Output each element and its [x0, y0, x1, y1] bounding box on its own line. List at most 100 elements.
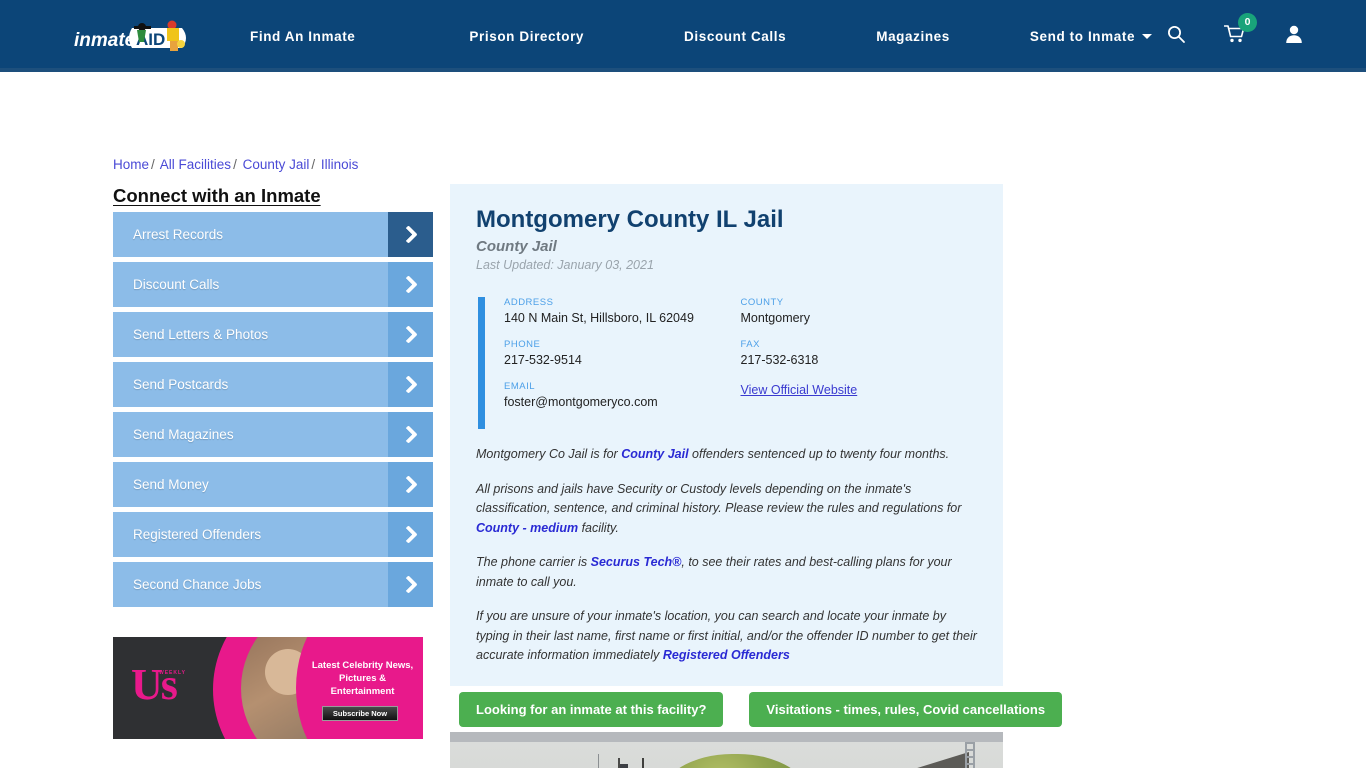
official-website-field: View Official Website [741, 381, 978, 399]
county-field: COUNTY Montgomery [741, 297, 978, 325]
looking-for-inmate-button[interactable]: Looking for an inmate at this facility? [459, 692, 724, 727]
address-label: ADDRESS [504, 297, 554, 308]
facility-type: County Jail [476, 238, 557, 255]
phone-value: 217-532-9514 [504, 353, 582, 367]
sidebar-item-send-magazines[interactable]: Send Magazines [113, 412, 433, 457]
address-value: 140 N Main St, Hillsboro, IL 62049 [504, 311, 694, 325]
main-navigation: Find An Inmate Prison Directory Discount… [250, 0, 1153, 72]
email-value: foster@montgomeryco.com [504, 395, 658, 409]
phone-field: PHONE 217-532-9514 [504, 339, 741, 367]
sidebar-item-label: Discount Calls [133, 277, 220, 292]
photo-pole [642, 758, 644, 768]
accent-bar [478, 297, 485, 429]
chevron-down-icon [1142, 33, 1153, 39]
sidebar-item-label: Send Postcards [133, 377, 229, 392]
breadcrumb-item-all-facilities[interactable]: All Facilities [160, 157, 231, 172]
cta-button-row: Looking for an inmate at this facility? … [459, 692, 1063, 727]
user-glyph [1286, 25, 1302, 43]
sidebar-item-second-chance-jobs[interactable]: Second Chance Jobs [113, 562, 433, 607]
page-title: Montgomery County IL Jail [476, 206, 784, 233]
sidebar-heading: Connect with an Inmate [113, 185, 321, 206]
sidebar-item-arrest-records[interactable]: Arrest Records [113, 212, 433, 257]
photo-top-strip [450, 732, 1003, 742]
nav-prison-directory[interactable]: Prison Directory [469, 29, 584, 44]
link-registered-offenders[interactable]: Registered Offenders [663, 648, 790, 662]
contact-column-left: ADDRESS 140 N Main St, Hillsboro, IL 620… [504, 297, 741, 423]
chevron-right-icon [388, 362, 433, 407]
fax-field: FAX 217-532-6318 [741, 339, 978, 367]
photo-antenna-tower [965, 742, 975, 768]
logo-graphic: inmate AID [74, 20, 186, 51]
sidebar-item-discount-calls[interactable]: Discount Calls [113, 262, 433, 307]
user-account-icon[interactable] [1284, 24, 1304, 49]
p2-text-b: facility. [578, 520, 619, 535]
nav-magazines[interactable]: Magazines [876, 29, 950, 44]
nav-discount-calls[interactable]: Discount Calls [684, 29, 786, 44]
breadcrumb-separator: / [233, 157, 237, 172]
photo-flag [620, 764, 628, 768]
ad-headline: Latest Celebrity News, Pictures & Entert… [311, 660, 414, 697]
breadcrumb-item-county-jail[interactable]: County Jail [243, 157, 310, 172]
chevron-right-icon [388, 462, 433, 507]
header-icon-group: 0 [1166, 0, 1304, 72]
svg-text:inmate: inmate [74, 30, 136, 51]
contact-column-right: COUNTY Montgomery FAX 217-532-6318 View … [741, 297, 978, 423]
chevron-right-icon [388, 412, 433, 457]
sidebar-item-send-letters-photos[interactable]: Send Letters & Photos [113, 312, 433, 357]
shopping-cart-icon[interactable]: 0 [1223, 12, 1257, 49]
p1-text-a: Montgomery Co Jail is for [476, 447, 622, 461]
last-updated-text: Last Updated: January 03, 2021 [476, 258, 654, 272]
breadcrumb-separator: / [151, 157, 155, 172]
site-header: inmate AID Find An Inmate Prison Directo… [0, 0, 1366, 72]
contact-details: ADDRESS 140 N Main St, Hillsboro, IL 620… [476, 297, 978, 429]
link-county-medium[interactable]: County - medium [476, 521, 578, 535]
chevron-right-icon [388, 262, 433, 307]
breadcrumb: Home / All Facilities / County Jail / Illin… [113, 157, 358, 172]
email-field: EMAIL foster@montgomeryco.com [504, 381, 741, 409]
view-official-website-link[interactable]: View Official Website [741, 383, 858, 397]
address-field: ADDRESS 140 N Main St, Hillsboro, IL 620… [504, 297, 741, 325]
p1-text-b: offenders sentenced up to twenty four mo… [688, 447, 950, 461]
county-label: COUNTY [740, 297, 784, 308]
description-paragraph-4: If you are unsure of your inmate's locat… [476, 607, 977, 666]
sidebar-item-label: Send Magazines [133, 427, 234, 442]
header-bottom-border [0, 68, 1366, 72]
sidebar-item-label: Send Money [133, 477, 209, 492]
sidebar-menu: Arrest Records Discount Calls Send Lette… [113, 212, 433, 612]
advertisement-banner[interactable]: Us WEEKLY Latest Celebrity News, Picture… [113, 637, 423, 739]
photo-roof-right [859, 752, 969, 768]
sidebar-item-send-postcards[interactable]: Send Postcards [113, 362, 433, 407]
facility-info-card: Montgomery County IL Jail County Jail La… [450, 184, 1003, 686]
cart-count-badge: 0 [1238, 12, 1257, 32]
main-content: Montgomery County IL Jail County Jail La… [450, 184, 1063, 727]
search-icon[interactable] [1166, 24, 1186, 49]
phone-label: PHONE [504, 339, 541, 350]
description-paragraph-1: Montgomery Co Jail is for County Jail of… [476, 445, 977, 465]
nav-find-an-inmate[interactable]: Find An Inmate [250, 29, 355, 44]
photo-mast [598, 754, 599, 768]
email-label: EMAIL [504, 381, 536, 392]
visitations-button[interactable]: Visitations - times, rules, Covid cancel… [749, 692, 1063, 727]
link-securus-tech[interactable]: Securus Tech® [591, 555, 682, 569]
link-county-jail[interactable]: County Jail [621, 447, 688, 461]
sidebar-item-label: Second Chance Jobs [133, 577, 262, 592]
facility-photo [450, 742, 1003, 768]
description-paragraph-2: All prisons and jails have Security or C… [476, 480, 977, 539]
chevron-right-icon [388, 212, 433, 257]
search-glyph [1168, 25, 1185, 43]
description-paragraph-3: The phone carrier is Securus Tech®, to s… [476, 553, 977, 592]
sidebar-item-send-money[interactable]: Send Money [113, 462, 433, 507]
fax-label: FAX [740, 339, 760, 350]
inmateaid-logo[interactable]: inmate AID [74, 16, 192, 58]
sidebar-item-registered-offenders[interactable]: Registered Offenders [113, 512, 433, 557]
breadcrumb-separator: / [311, 157, 316, 172]
ad-subscribe-button[interactable]: Subscribe Now [322, 706, 398, 721]
breadcrumb-item-home[interactable]: Home [113, 157, 149, 172]
breadcrumb-item-illinois[interactable]: Illinois [321, 157, 359, 172]
fax-value: 217-532-6318 [740, 353, 819, 367]
county-value: Montgomery [740, 311, 810, 325]
ad-brand-sublabel: WEEKLY [159, 670, 186, 676]
sidebar-item-label: Registered Offenders [133, 527, 262, 542]
nav-send-to-inmate[interactable]: Send to Inmate [1030, 29, 1153, 44]
p2-text-a: All prisons and jails have Security or C… [476, 481, 962, 516]
